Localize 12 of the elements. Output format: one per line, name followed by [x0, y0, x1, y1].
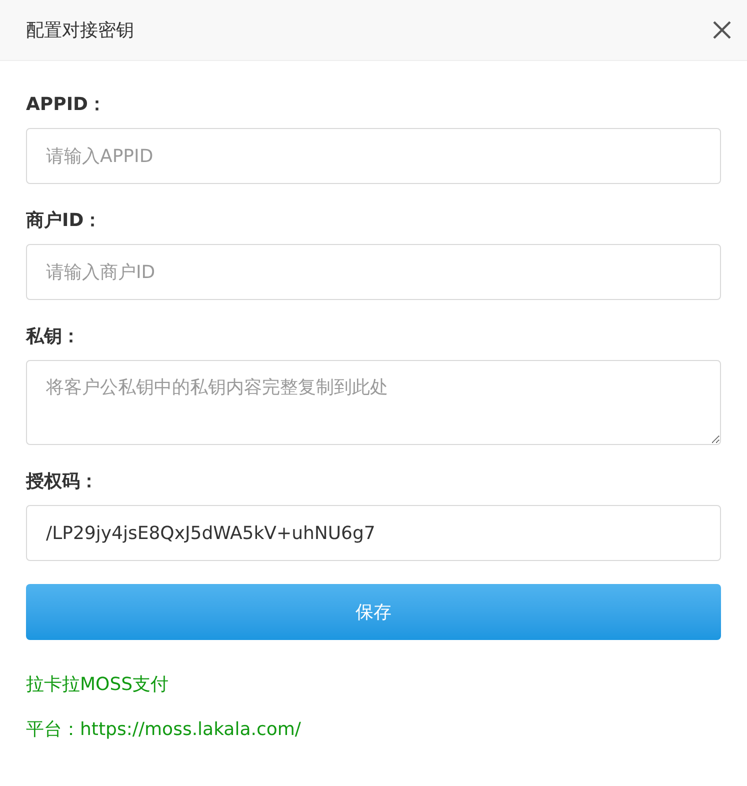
text-area[interactable]: 将客户公私钥中的私钥内容完整复制到此处 — [26, 360, 721, 445]
close-icon[interactable] — [711, 19, 733, 41]
dialog-title: 配置对接密钥 — [26, 18, 134, 42]
info-text: 平台：https://moss.lakala.com/ — [26, 718, 302, 742]
field-label: 授权码： — [26, 470, 99, 494]
field-label: 私钥： — [26, 325, 81, 349]
field-label: APPID： — [26, 93, 107, 117]
field-label: 商户ID： — [26, 209, 103, 233]
info-text: 拉卡拉MOSS支付 — [26, 673, 170, 697]
input-field[interactable]: 请输入APPID — [26, 128, 721, 184]
input-field[interactable]: /LP29jy4jsE8QxJ5dWA5kV+uhNU6g7 — [26, 505, 721, 561]
input-field[interactable]: 请输入商户ID — [26, 244, 721, 300]
